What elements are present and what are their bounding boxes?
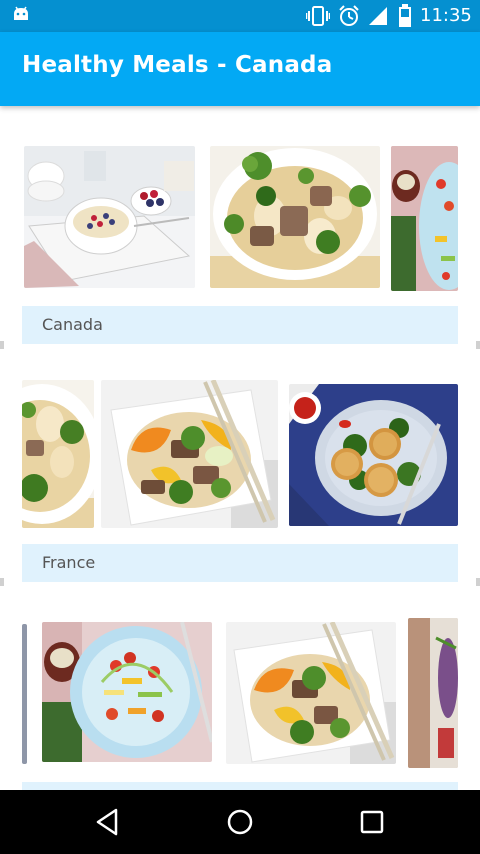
meal-photo-pepper-beef-chopsticks[interactable] xyxy=(101,380,278,528)
alarm-icon xyxy=(339,5,359,26)
meal-photo-colorful-salad[interactable] xyxy=(42,622,212,762)
meal-photo-fishcakes-greens[interactable] xyxy=(289,384,458,526)
category-label: France xyxy=(42,553,96,572)
meal-photo-salad-partial[interactable] xyxy=(391,146,458,291)
home-icon[interactable] xyxy=(220,806,260,838)
status-bar: 11:35 xyxy=(0,0,480,32)
meal-photo-stirfry-partial[interactable] xyxy=(22,380,94,528)
page-title: Healthy Meals - Canada xyxy=(22,52,333,78)
scroll-hint-left xyxy=(0,578,4,586)
scroll-hint-left xyxy=(0,341,4,349)
status-clock: 11:35 xyxy=(420,5,472,26)
meal-photo-beef-stirfry[interactable] xyxy=(210,146,380,288)
category-header-next[interactable] xyxy=(22,782,458,790)
scroll-hint-right xyxy=(476,578,480,586)
system-nav-bar xyxy=(0,790,480,854)
signal-icon xyxy=(369,7,387,25)
meal-photo-wrap-partial[interactable] xyxy=(408,618,458,768)
vibrate-icon xyxy=(306,6,330,26)
app-bar: Healthy Meals - Canada xyxy=(0,32,480,106)
back-icon[interactable] xyxy=(88,806,128,838)
scroll-hint-right xyxy=(476,341,480,349)
category-header-france[interactable]: France xyxy=(22,544,458,582)
android-icon xyxy=(14,6,28,20)
meal-gallery[interactable]: Canada France xyxy=(0,106,480,790)
recents-icon[interactable] xyxy=(352,806,392,838)
meal-photo-oatmeal-berries[interactable] xyxy=(24,146,195,288)
meal-photo-pepper-beef-2[interactable] xyxy=(226,622,396,764)
category-header-canada[interactable]: Canada xyxy=(22,306,458,344)
meal-photo-edge-partial[interactable] xyxy=(22,624,27,764)
category-label: Canada xyxy=(42,315,103,334)
battery-icon xyxy=(399,4,411,27)
